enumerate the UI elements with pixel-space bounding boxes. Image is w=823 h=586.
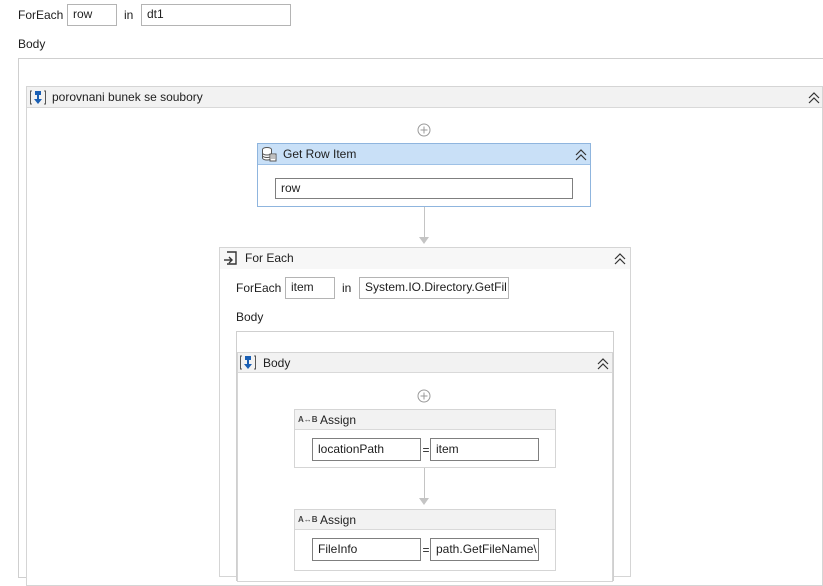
assign-1-header[interactable]: A↔B Assign bbox=[295, 410, 555, 430]
foreach-icon bbox=[224, 251, 237, 265]
outer-body-label: Body bbox=[18, 37, 46, 51]
inner-body-label: Body bbox=[236, 310, 264, 324]
connector-arrow bbox=[419, 237, 429, 244]
assign-activity-2[interactable]: A↔B Assign FileInfo = path.GetFileName\ bbox=[294, 509, 556, 571]
inner-foreach-title: For Each bbox=[245, 251, 294, 265]
inner-foreach-label: ForEach bbox=[236, 281, 282, 295]
add-activity-icon[interactable] bbox=[417, 389, 431, 403]
assign-2-value-field[interactable]: path.GetFileName\ bbox=[430, 538, 539, 561]
assign-2-equals: = bbox=[422, 543, 430, 557]
sequence-icon bbox=[30, 90, 46, 105]
outer-item-variable-field[interactable]: row bbox=[67, 4, 117, 26]
assign-2-title: Assign bbox=[320, 513, 357, 527]
inner-collection-field[interactable]: System.IO.Directory.GetFil bbox=[359, 277, 509, 299]
collapse-chevron-icon[interactable] bbox=[574, 148, 588, 162]
database-icon bbox=[262, 147, 277, 162]
outer-collection-field[interactable]: dt1 bbox=[141, 4, 291, 26]
sequence-title: porovnani bunek se soubory bbox=[52, 90, 203, 104]
inner-item-variable-field[interactable]: item bbox=[285, 277, 335, 299]
get-row-item-activity[interactable]: Get Row Item row bbox=[257, 143, 591, 207]
assign-activity-1[interactable]: A↔B Assign locationPath = item bbox=[294, 409, 556, 468]
get-row-item-header[interactable]: Get Row Item bbox=[258, 144, 590, 165]
sequence-header[interactable]: porovnani bunek se soubory bbox=[27, 87, 822, 108]
outer-in-label: in bbox=[124, 8, 134, 22]
assign-1-equals: = bbox=[422, 443, 430, 457]
assign-1-title: Assign bbox=[320, 413, 357, 427]
body-sequence-title: Body bbox=[263, 356, 291, 370]
sequence-icon bbox=[240, 355, 256, 370]
inner-foreach-header[interactable]: For Each bbox=[220, 248, 630, 269]
collapse-chevron-icon[interactable] bbox=[613, 252, 627, 266]
add-activity-icon[interactable] bbox=[417, 123, 431, 137]
get-row-item-row-field[interactable]: row bbox=[275, 178, 573, 199]
assign-2-header[interactable]: A↔B Assign bbox=[295, 510, 555, 530]
connector-line bbox=[424, 207, 425, 238]
assign-icon: A↔B bbox=[298, 415, 318, 424]
assign-1-value-field[interactable]: item bbox=[430, 438, 539, 461]
inner-in-label: in bbox=[342, 281, 352, 295]
outer-foreach-label: ForEach bbox=[18, 8, 64, 22]
assign-icon: A↔B bbox=[298, 515, 318, 524]
connector-arrow bbox=[419, 498, 429, 505]
get-row-item-title: Get Row Item bbox=[283, 147, 357, 161]
assign-2-to-field[interactable]: FileInfo bbox=[312, 538, 421, 561]
connector-line bbox=[424, 468, 425, 499]
collapse-chevron-icon[interactable] bbox=[807, 91, 821, 105]
collapse-chevron-icon[interactable] bbox=[596, 357, 610, 371]
assign-1-to-field[interactable]: locationPath bbox=[312, 438, 421, 461]
body-sequence-header[interactable]: Body bbox=[238, 353, 612, 373]
